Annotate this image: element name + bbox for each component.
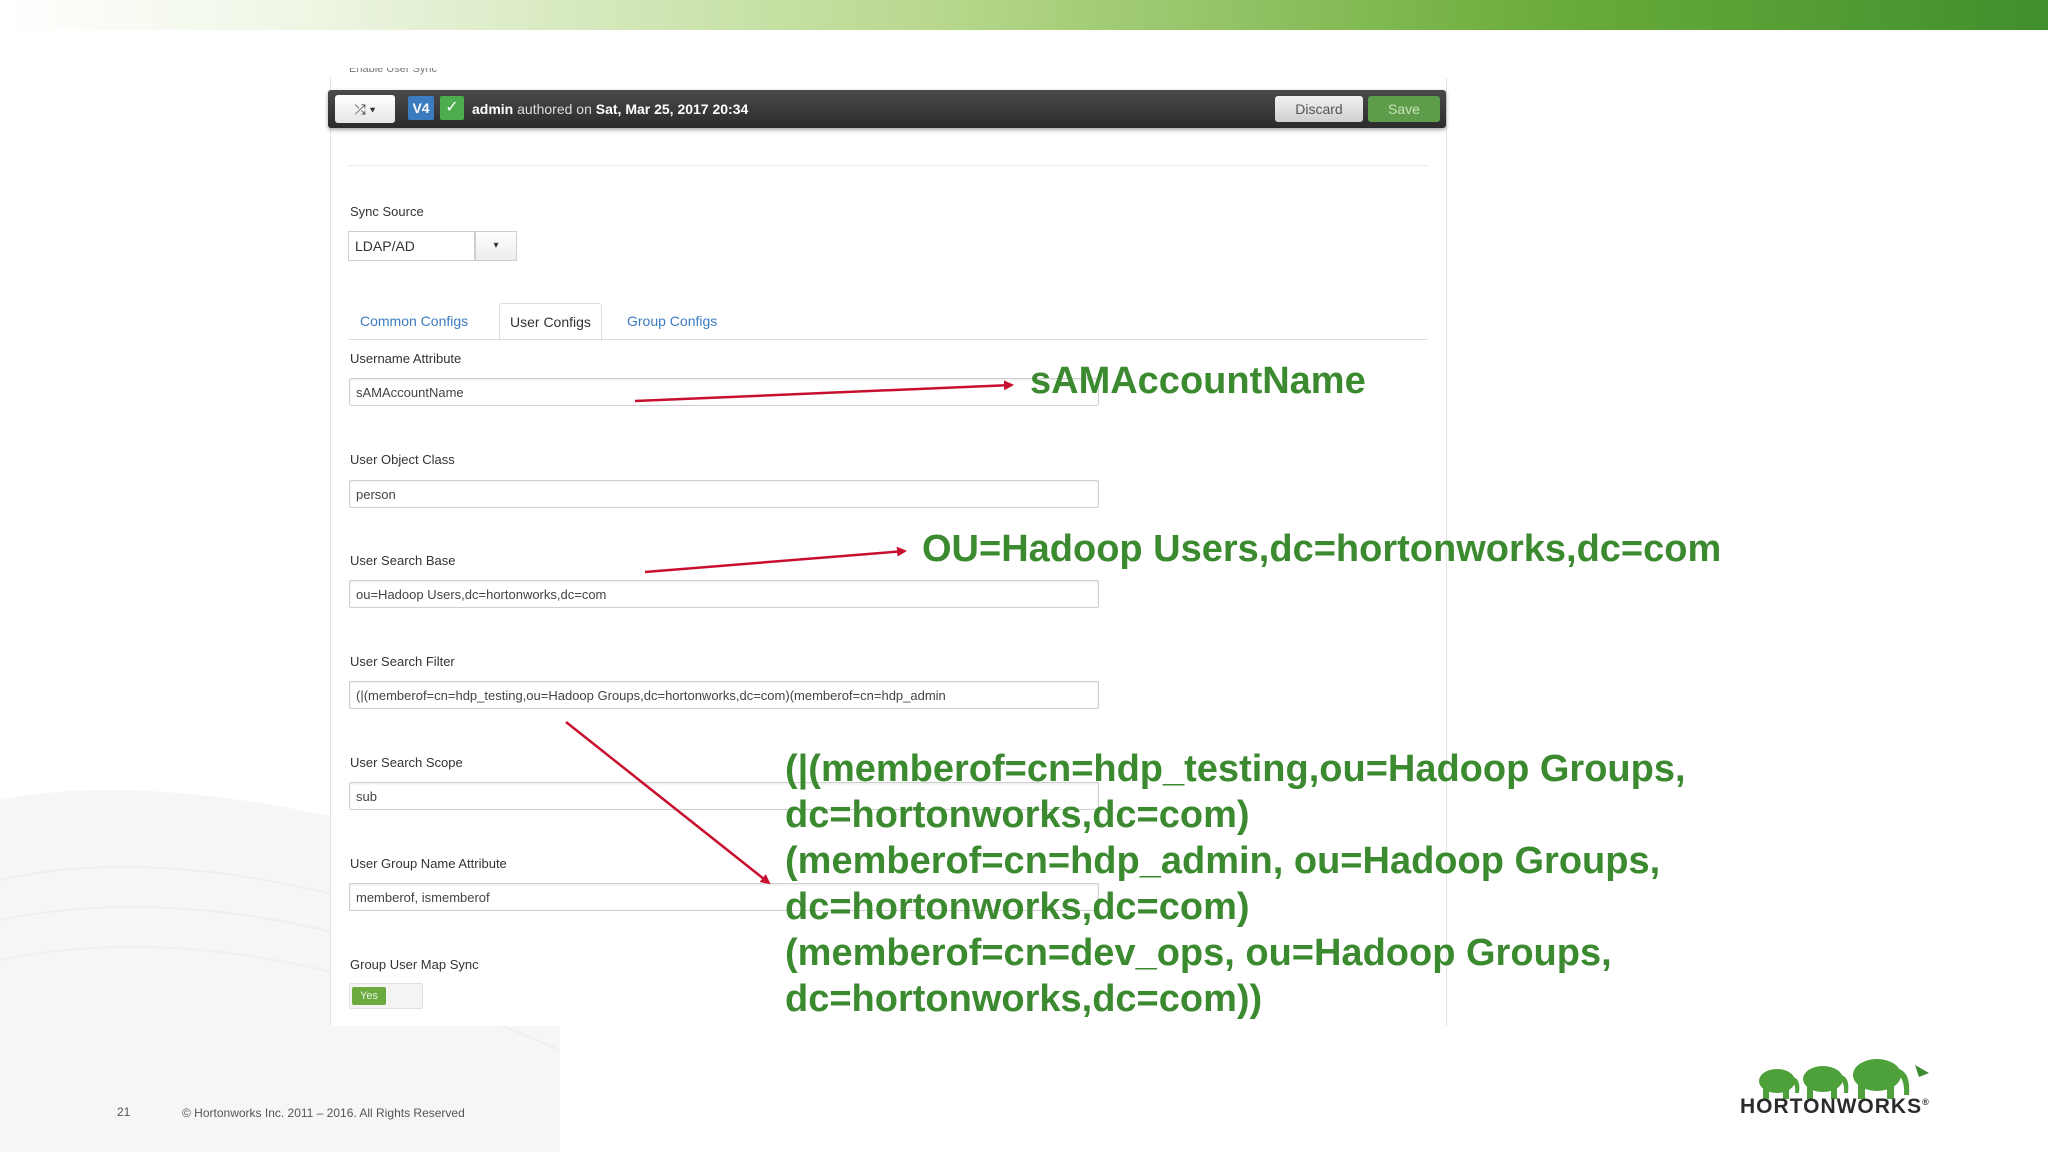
annotation-search-filter: (|(memberof=cn=hdp_testing,ou=Hadoop Gro… [785, 746, 1686, 1022]
logo-wordmark: HORTONWORKS [1740, 1095, 1923, 1118]
filter-line: dc=hortonworks,dc=com) [785, 886, 1250, 928]
filter-line: (|(memberof=cn=hdp_testing,ou=Hadoop Gro… [785, 748, 1686, 790]
filter-line: dc=hortonworks,dc=com)) [785, 978, 1263, 1020]
slide-number: 21 [117, 1105, 131, 1119]
registered-mark: ® [1922, 1097, 1930, 1107]
arrow-username [634, 380, 1014, 403]
filter-line: (memberof=cn=hdp_admin, ou=Hadoop Groups… [785, 840, 1661, 882]
filter-line: (memberof=cn=dev_ops, ou=Hadoop Groups, [785, 932, 1612, 974]
copyright-text: © Hortonworks Inc. 2011 – 2016. All Righ… [182, 1106, 465, 1120]
filter-line: dc=hortonworks,dc=com) [785, 794, 1250, 836]
arrow-search-filter [565, 721, 771, 885]
hortonworks-logo-text: HORTONWORKS® [1740, 1095, 1930, 1119]
annotation-username: sAMAccountName [1030, 360, 1366, 402]
arrow-search-base [644, 546, 907, 574]
annotation-search-base: OU=Hadoop Users,dc=hortonworks,dc=com [922, 528, 1722, 570]
